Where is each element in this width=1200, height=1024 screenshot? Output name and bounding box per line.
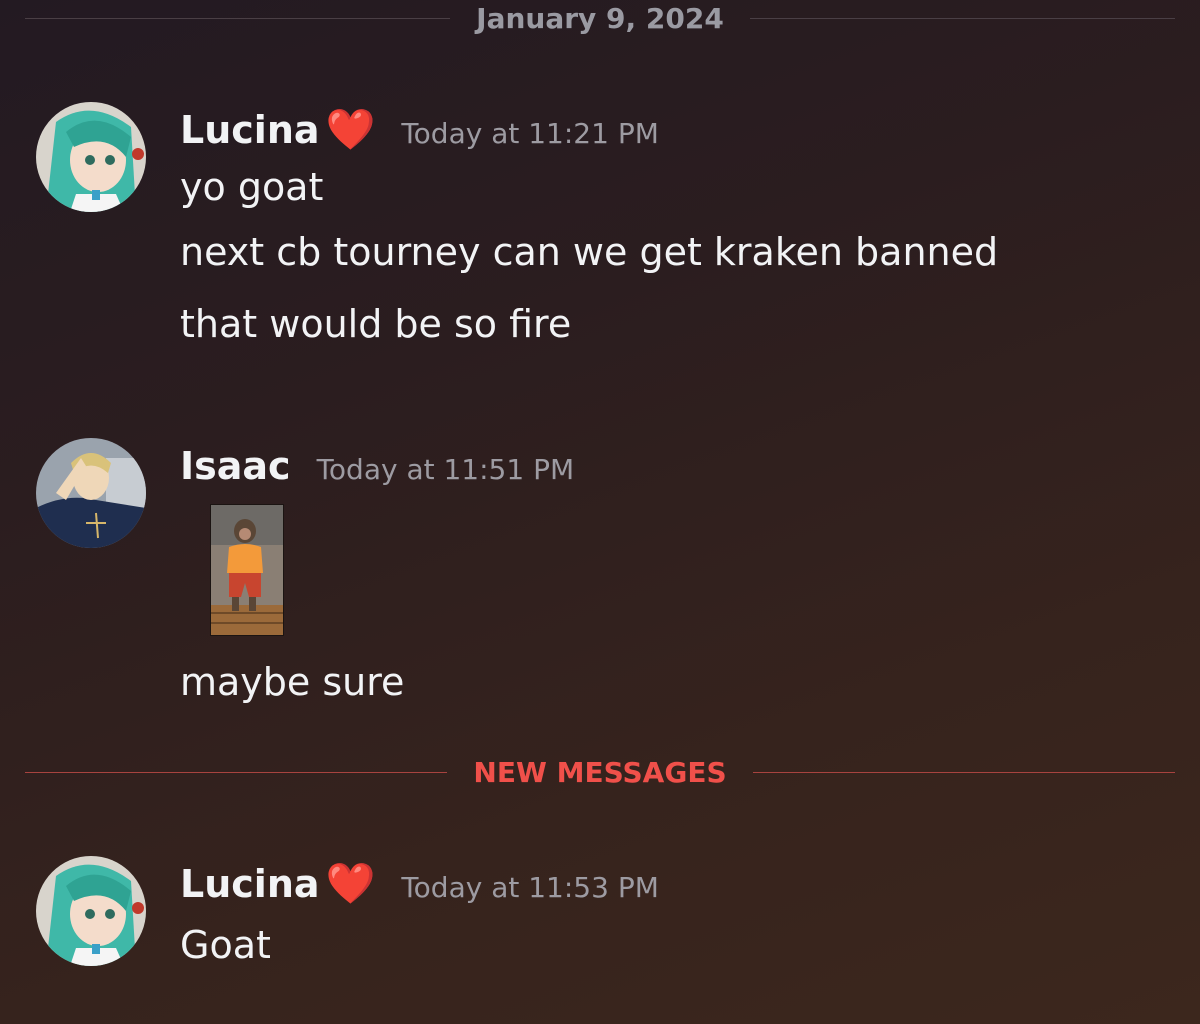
- new-messages-divider: NEW MESSAGES: [25, 752, 1176, 792]
- message-content: Lucina ❤️ Today at 11:53 PM Goat: [180, 856, 1180, 978]
- avatar-isaac-image: [36, 438, 146, 548]
- divider-line-left: [25, 771, 448, 773]
- date-divider-label: January 9, 2024: [476, 1, 724, 35]
- image-attachment[interactable]: [210, 504, 284, 636]
- message-content: Lucina ❤️ Today at 11:21 PM yo goat next…: [180, 102, 1180, 360]
- avatar-lucina[interactable]: [36, 102, 146, 212]
- timestamp: Today at 11:51 PM: [316, 452, 575, 486]
- username[interactable]: Lucina: [180, 862, 320, 906]
- new-messages-label: NEW MESSAGES: [473, 755, 727, 789]
- avatar-lucina-image: [36, 102, 146, 212]
- message-header: Lucina ❤️ Today at 11:53 PM: [180, 856, 1180, 912]
- avatar-lucina-image: [36, 856, 146, 966]
- message-text: maybe sure: [180, 660, 405, 704]
- avatar-isaac[interactable]: [36, 438, 146, 548]
- message-text: that would be so fire: [180, 302, 572, 346]
- message-header: Isaac Today at 11:51 PM: [180, 438, 1180, 494]
- divider-line-right: [752, 771, 1176, 773]
- message-text: yo goat: [180, 165, 324, 209]
- divider-line-left: [25, 17, 451, 19]
- timestamp: Today at 11:53 PM: [401, 870, 659, 904]
- date-divider: January 9, 2024: [25, 0, 1175, 36]
- timestamp: Today at 11:21 PM: [401, 116, 659, 150]
- username[interactable]: Lucina: [180, 108, 320, 152]
- heart-icon: ❤️: [325, 107, 376, 153]
- avatar-lucina[interactable]: [36, 856, 146, 966]
- message-content: Isaac Today at 11:51 PM maybe sure: [180, 438, 1180, 718]
- heart-icon: ❤️: [325, 861, 376, 907]
- monkey-image: [211, 505, 283, 635]
- username[interactable]: Isaac: [180, 444, 291, 488]
- message-text: Goat: [180, 923, 271, 967]
- message-header: Lucina ❤️ Today at 11:21 PM: [180, 102, 1180, 158]
- message-text: next cb tourney can we get kraken banned: [180, 230, 999, 274]
- divider-line-right: [749, 17, 1175, 19]
